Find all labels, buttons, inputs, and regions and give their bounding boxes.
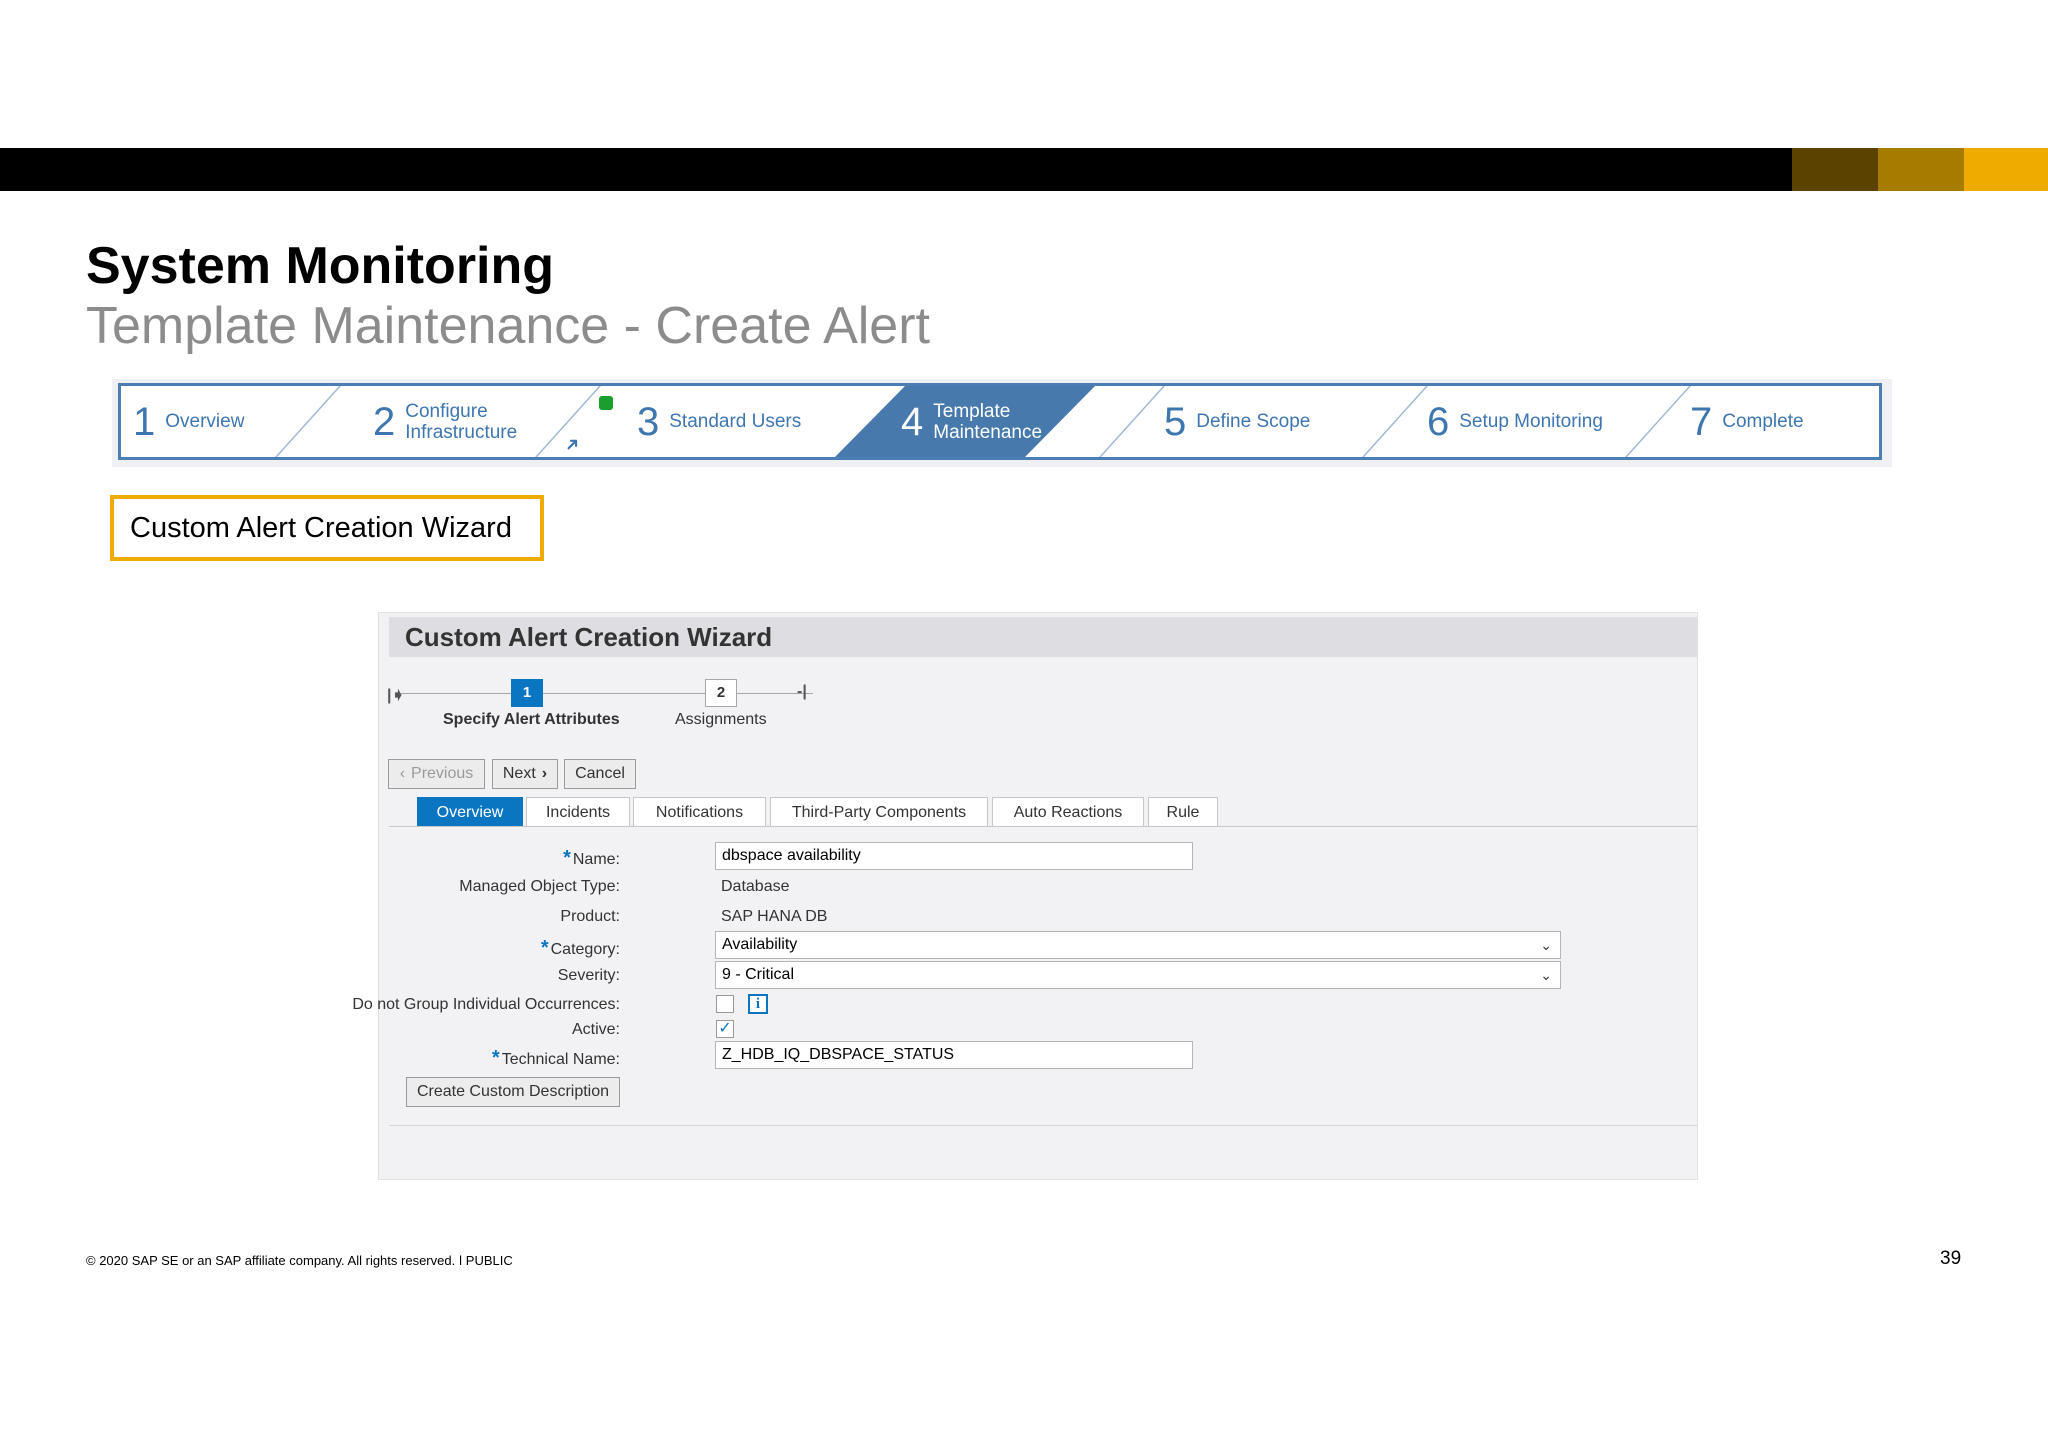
roadmap-track: 1 Overview 2 Configure Infrastructure ➜ … bbox=[118, 383, 1882, 460]
name-label-text: Name: bbox=[572, 851, 620, 868]
wizard-panel: Custom Alert Creation Wizard |➧ ‑| 1 2 S… bbox=[352, 612, 1698, 1180]
page-subtitle: Template Maintenance - Create Alert bbox=[86, 297, 930, 355]
roadmap-step-configure-infrastructure[interactable]: 2 Configure Infrastructure bbox=[373, 386, 517, 457]
tab-auto-reactions[interactable]: Auto Reactions bbox=[992, 797, 1144, 827]
active-label: Active: bbox=[571, 1021, 620, 1038]
previous-button[interactable]: ‹ Previous bbox=[388, 759, 485, 789]
technical-name-label-text: Technical Name: bbox=[501, 1051, 620, 1068]
active-checkbox[interactable]: ✓ bbox=[716, 1020, 734, 1038]
roadmap-step-number: 2 bbox=[373, 399, 396, 444]
roadmap-step-number: 4 bbox=[901, 399, 924, 444]
roadmap-step-number: 1 bbox=[133, 399, 156, 444]
roadmap-step-complete[interactable]: 7 Complete bbox=[1690, 386, 1804, 457]
roadmap-step-label: Setup Monitoring bbox=[1459, 411, 1603, 432]
roadmap-step-label-line2: Maintenance bbox=[933, 421, 1043, 443]
roadmap-step-number: 5 bbox=[1164, 399, 1187, 444]
roadmap-step-label: Standard Users bbox=[669, 411, 802, 432]
chevron-right-icon: › bbox=[541, 765, 548, 782]
roadmap-step-label-line2: Infrastructure bbox=[405, 421, 518, 443]
roadmap-step-define-scope[interactable]: 5 Define Scope bbox=[1164, 386, 1310, 457]
product-value: SAP HANA DB bbox=[721, 908, 828, 925]
managed-object-type-label: Managed Object Type: bbox=[459, 878, 620, 895]
next-button[interactable]: Next › bbox=[492, 759, 558, 789]
roadmap-step-setup-monitoring[interactable]: 6 Setup Monitoring bbox=[1427, 386, 1603, 457]
roadmap-step-label: Define Scope bbox=[1196, 411, 1311, 432]
train-step-2[interactable]: 2 bbox=[705, 679, 737, 707]
brand-swatch-dark bbox=[1792, 148, 1878, 191]
chevron-down-icon[interactable]: ⌄ bbox=[1540, 932, 1552, 958]
roadmap: 1 Overview 2 Configure Infrastructure ➜ … bbox=[112, 379, 1892, 467]
category-label-text: Category: bbox=[550, 941, 620, 958]
required-icon: * bbox=[540, 937, 549, 959]
roadmap-step-label: Overview bbox=[165, 411, 245, 432]
technical-name-label: * Technical Name: bbox=[492, 1047, 620, 1070]
group-occurrences-checkbox[interactable] bbox=[716, 995, 734, 1013]
technical-name-field[interactable]: Z_HDB_IQ_DBSPACE_STATUS bbox=[715, 1041, 1193, 1069]
name-field[interactable]: dbspace availability bbox=[715, 842, 1193, 870]
wizard-header: Custom Alert Creation Wizard bbox=[389, 617, 1697, 657]
roadmap-step-label: Configure Infrastructure bbox=[405, 401, 517, 443]
roadmap-step-number: 7 bbox=[1690, 399, 1713, 444]
managed-object-type-value: Database bbox=[721, 878, 790, 895]
roadmap-step-label-line1: Configure bbox=[405, 400, 488, 422]
product-label: Product: bbox=[560, 908, 620, 925]
roadmap-step-number: 6 bbox=[1427, 399, 1450, 444]
train-line bbox=[401, 693, 813, 694]
previous-label: Previous bbox=[411, 765, 474, 782]
train-end-icon: ‑| bbox=[797, 683, 807, 700]
tab-notifications[interactable]: Notifications bbox=[633, 797, 766, 827]
brand-swatch-mid bbox=[1878, 148, 1964, 191]
train-label-specify-attributes: Specify Alert Attributes bbox=[443, 711, 620, 728]
chevron-left-icon: ‹ bbox=[399, 765, 406, 782]
roadmap-step-overview[interactable]: 1 Overview bbox=[133, 386, 244, 457]
external-link-arrow-icon[interactable]: ➜ bbox=[560, 432, 586, 457]
category-value: Availability bbox=[722, 936, 798, 953]
header-bar bbox=[0, 148, 2048, 191]
severity-value: 9 - Critical bbox=[722, 966, 795, 983]
chevron-down-icon[interactable]: ⌄ bbox=[1540, 962, 1552, 988]
train-start-icon: |➧ bbox=[387, 687, 405, 704]
info-icon[interactable]: i bbox=[748, 994, 768, 1014]
required-icon: * bbox=[563, 847, 571, 869]
cancel-button[interactable]: Cancel bbox=[564, 759, 636, 789]
name-label: * Name: bbox=[563, 847, 620, 870]
next-label: Next bbox=[502, 765, 536, 782]
severity-select[interactable]: 9 - Critical ⌄ bbox=[715, 961, 1561, 989]
roadmap-step-label: Complete bbox=[1722, 411, 1804, 432]
category-select[interactable]: Availability ⌄ bbox=[715, 931, 1561, 959]
tab-overview[interactable]: Overview bbox=[417, 797, 523, 827]
status-ok-icon bbox=[599, 396, 613, 410]
required-icon: * bbox=[491, 1047, 500, 1069]
tab-incidents[interactable]: Incidents bbox=[526, 797, 630, 827]
roadmap-step-template-maintenance[interactable]: 4 Template Maintenance bbox=[901, 386, 1042, 457]
severity-label: Severity: bbox=[557, 967, 620, 984]
train-label-assignments: Assignments bbox=[675, 711, 767, 728]
category-label: * Category: bbox=[541, 937, 620, 960]
roadmap-step-label-line1: Template bbox=[933, 400, 1011, 422]
page-number: 39 bbox=[1940, 1248, 1962, 1269]
roadmap-step-standard-users[interactable]: 3 Standard Users bbox=[637, 386, 801, 457]
roadmap-step-label: Template Maintenance bbox=[933, 401, 1042, 443]
tab-third-party-components[interactable]: Third-Party Components bbox=[770, 797, 988, 827]
train-step-1[interactable]: 1 bbox=[511, 679, 543, 707]
copyright-footer: © 2020 SAP SE or an SAP affiliate compan… bbox=[86, 1253, 513, 1268]
roadmap-separator bbox=[1099, 386, 1165, 457]
brand-swatch-gold bbox=[1964, 148, 2048, 191]
tab-rule[interactable]: Rule bbox=[1148, 797, 1218, 827]
group-occurrences-label: Do not Group Individual Occurrences: bbox=[352, 996, 620, 1013]
roadmap-step-number: 3 bbox=[637, 399, 660, 444]
roadmap-separator bbox=[1362, 386, 1428, 457]
roadmap-separator bbox=[1625, 386, 1691, 457]
create-custom-description-button[interactable]: Create Custom Description bbox=[406, 1077, 620, 1107]
callout-box: Custom Alert Creation Wizard bbox=[110, 495, 544, 561]
roadmap-separator bbox=[275, 386, 341, 457]
page-title: System Monitoring bbox=[86, 237, 555, 295]
